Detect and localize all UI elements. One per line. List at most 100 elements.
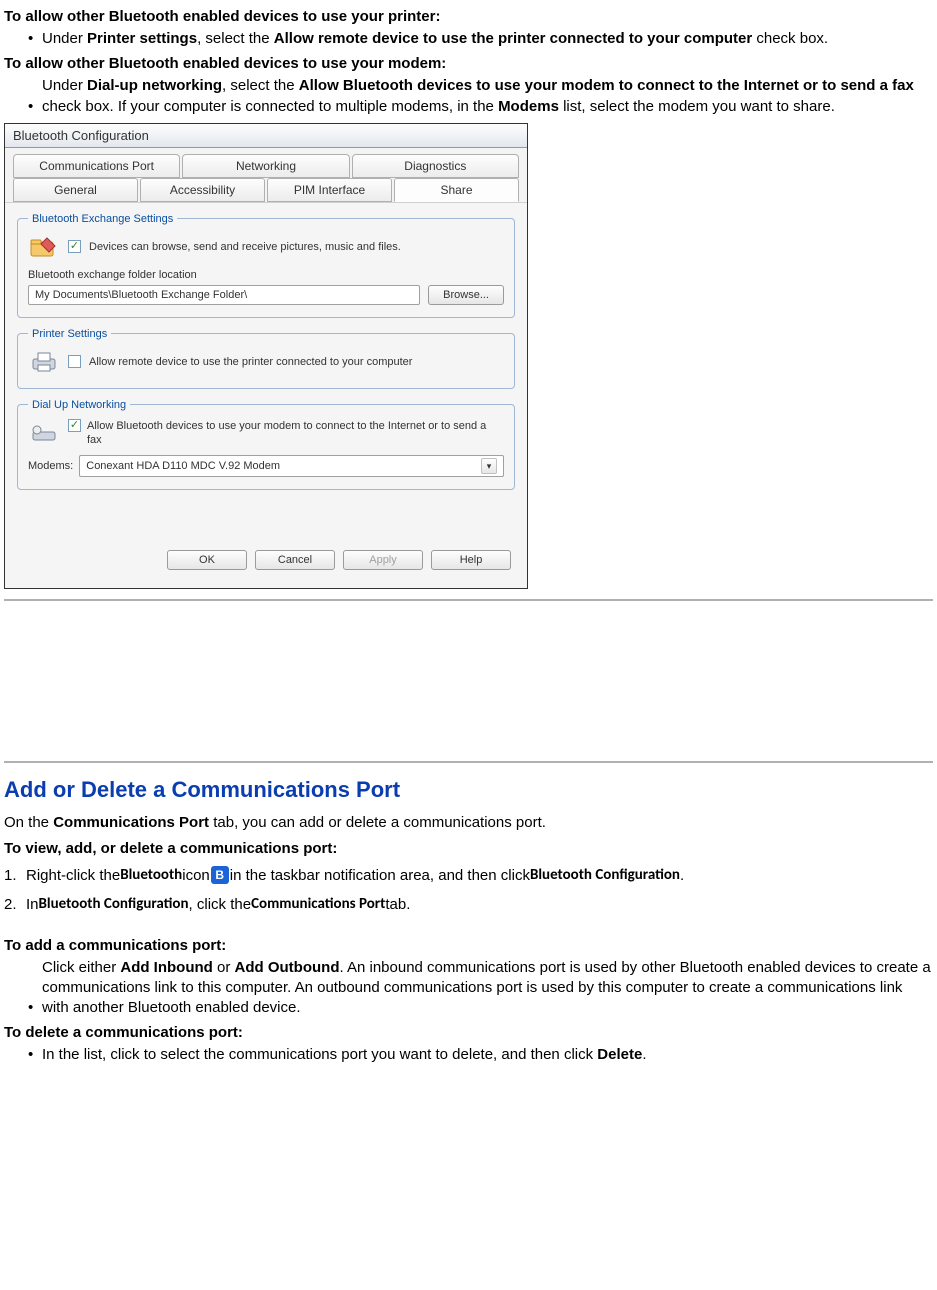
text-bold: Communications Port <box>53 814 209 831</box>
heading-add-delete-port: Add or Delete a Communications Port <box>4 777 933 803</box>
heading-allow-printer: To allow other Bluetooth enabled devices… <box>4 8 933 25</box>
ok-button[interactable]: OK <box>167 550 247 570</box>
dialup-check-wrap: Allow Bluetooth devices to use your mode… <box>68 419 504 448</box>
text: On the <box>4 814 53 831</box>
spacer <box>4 611 933 751</box>
heading-allow-modem: To allow other Bluetooth enabled devices… <box>4 55 933 72</box>
text: , click the <box>189 894 252 915</box>
step-1: 1. Right-click the Bluetooth icon Bin th… <box>4 865 933 886</box>
exchange-folder-row: My Documents\Bluetooth Exchange Folder\ … <box>28 285 504 305</box>
text-bold: Printer settings <box>87 30 197 47</box>
tab-diagnostics[interactable]: Diagnostics <box>352 154 519 178</box>
text: . <box>680 865 684 886</box>
step-2-text: In Bluetooth Configuration, click the Co… <box>26 894 933 915</box>
help-button[interactable]: Help <box>431 550 511 570</box>
tab-accessibility[interactable]: Accessibility <box>140 178 265 202</box>
separator <box>4 761 933 763</box>
dialog-button-row: OK Cancel Apply Help <box>17 540 515 578</box>
modem-icon <box>28 419 60 447</box>
browse-button[interactable]: Browse... <box>428 285 504 305</box>
text-bold: Modems <box>498 98 559 115</box>
text: tab, you can add or delete a communicati… <box>209 814 546 831</box>
exchange-checkbox[interactable] <box>68 240 81 253</box>
exchange-checkbox-row: Devices can browse, send and receive pic… <box>28 233 504 261</box>
fieldset-printer: Printer Settings Allow remote device to … <box>17 328 515 389</box>
tabs-area: Communications Port Networking Diagnosti… <box>5 148 527 202</box>
modems-row: Modems: Conexant HDA D110 MDC V.92 Modem… <box>28 455 504 477</box>
tab-communications-port[interactable]: Communications Port <box>13 154 180 178</box>
text: , select the <box>222 77 299 94</box>
printer-icon <box>28 348 60 376</box>
exchange-check-label: Devices can browse, send and receive pic… <box>89 241 401 253</box>
printer-checkbox[interactable] <box>68 355 81 368</box>
bullet-add-text: Click either Add Inbound or Add Outbound… <box>42 958 933 1019</box>
text: In <box>26 894 39 915</box>
separator <box>4 599 933 601</box>
dialup-checkbox[interactable] <box>68 419 81 432</box>
text: in the taskbar notification area, and th… <box>230 865 530 886</box>
text: or <box>213 959 235 976</box>
bullet-char: • <box>28 97 42 117</box>
tab-row-lower: General Accessibility PIM Interface Shar… <box>13 178 519 202</box>
bullet-modem-text: Under Dial-up networking, select the All… <box>42 76 933 117</box>
exchange-folder-label: Bluetooth exchange folder location <box>28 269 504 281</box>
text: Under <box>42 77 87 94</box>
folder-pencil-icon <box>28 233 60 261</box>
bullet-printer: • Under Printer settings, select the All… <box>28 29 933 49</box>
text-bold: Allow Bluetooth devices to use your mode… <box>299 77 914 94</box>
tab-networking[interactable]: Networking <box>182 154 349 178</box>
step-2: 2. In Bluetooth Configuration, click the… <box>4 894 933 915</box>
heading-delete-port: To delete a communications port: <box>4 1024 933 1041</box>
exchange-folder-input[interactable]: My Documents\Bluetooth Exchange Folder\ <box>28 285 420 305</box>
printer-checkbox-row: Allow remote device to use the printer c… <box>28 348 504 376</box>
text-bold: Add Inbound <box>120 959 212 976</box>
step-number: 2. <box>4 894 26 915</box>
text: Under <box>42 30 87 47</box>
modems-value: Conexant HDA D110 MDC V.92 Modem <box>86 460 280 472</box>
fieldset-dialup: Dial Up Networking Allow Bluetooth devic… <box>17 399 515 491</box>
apply-button[interactable]: Apply <box>343 550 423 570</box>
dialup-check-label: Allow Bluetooth devices to use your mode… <box>87 419 504 448</box>
share-panel: Bluetooth Exchange Settings Devices can … <box>5 202 527 589</box>
legend-printer: Printer Settings <box>28 328 111 340</box>
text: Click either <box>42 959 120 976</box>
modems-select[interactable]: Conexant HDA D110 MDC V.92 Modem ▾ <box>79 455 504 477</box>
bullet-char: • <box>28 1045 42 1065</box>
bullet-printer-text: Under Printer settings, select the Allow… <box>42 29 933 49</box>
tab-share[interactable]: Share <box>394 178 519 202</box>
fieldset-exchange: Bluetooth Exchange Settings Devices can … <box>17 213 515 318</box>
text-bold: Bluetooth Configuration <box>530 865 680 886</box>
text-bold: Add Outbound <box>235 959 340 976</box>
step-1-text: Right-click the Bluetooth icon Bin the t… <box>26 865 933 886</box>
text: list, select the modem you want to share… <box>559 98 835 115</box>
tab-row-upper: Communications Port Networking Diagnosti… <box>13 154 519 178</box>
chevron-down-icon: ▾ <box>481 458 497 474</box>
cancel-button[interactable]: Cancel <box>255 550 335 570</box>
bullet-add-port: • Click either Add Inbound or Add Outbou… <box>28 958 933 1019</box>
text: check box. If your computer is connected… <box>42 98 498 115</box>
bullet-char: • <box>28 29 42 49</box>
modems-label: Modems: <box>28 460 73 472</box>
bullet-delete-text: In the list, click to select the communi… <box>42 1045 933 1065</box>
printer-check-label: Allow remote device to use the printer c… <box>89 356 412 368</box>
tab-pim-interface[interactable]: PIM Interface <box>267 178 392 202</box>
text: , select the <box>197 30 274 47</box>
text-bold: Communications Port <box>251 894 385 915</box>
step-number: 1. <box>4 865 26 886</box>
text: icon <box>182 865 210 886</box>
bluetooth-icon: B <box>211 866 229 884</box>
text-bold: Bluetooth <box>120 865 182 886</box>
bullet-char: • <box>28 998 42 1018</box>
bullet-modem: • Under Dial-up networking, select the A… <box>28 76 933 117</box>
text: Right-click the <box>26 865 120 886</box>
dialog-titlebar: Bluetooth Configuration <box>5 124 527 148</box>
intro-text: On the Communications Port tab, you can … <box>4 813 933 833</box>
heading-add-port: To add a communications port: <box>4 937 933 954</box>
tab-general[interactable]: General <box>13 178 138 202</box>
legend-exchange: Bluetooth Exchange Settings <box>28 213 177 225</box>
text: tab. <box>385 894 410 915</box>
heading-view-add-delete: To view, add, or delete a communications… <box>4 840 933 857</box>
text-bold: Dial-up networking <box>87 77 222 94</box>
bullet-delete-port: • In the list, click to select the commu… <box>28 1045 933 1065</box>
dialup-checkbox-row: Allow Bluetooth devices to use your mode… <box>28 419 504 448</box>
